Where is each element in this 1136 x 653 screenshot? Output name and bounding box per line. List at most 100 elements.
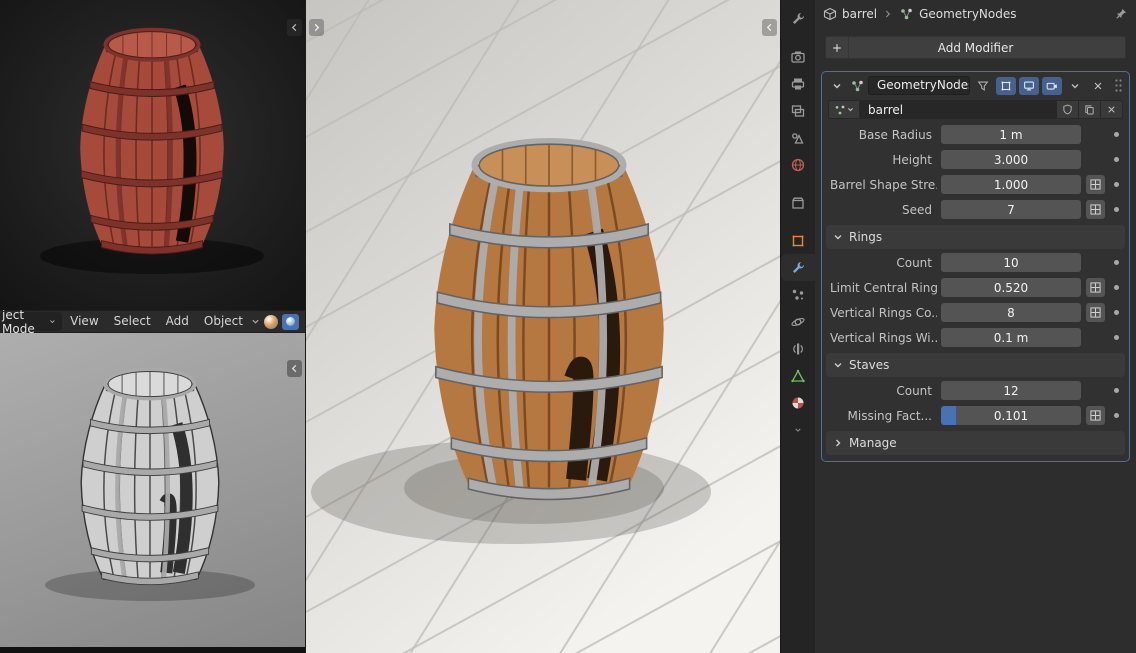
- breadcrumb-object-name[interactable]: barrel: [842, 7, 877, 21]
- viewport-material-preview[interactable]: [0, 0, 305, 310]
- value-text: 7: [1007, 203, 1015, 217]
- tab-scene[interactable]: [781, 124, 815, 151]
- grey-barrel-preview: [0, 333, 305, 647]
- animate-dot[interactable]: [1114, 207, 1119, 212]
- duplicate-node-group-icon[interactable]: [1079, 100, 1101, 119]
- pin-icon[interactable]: [1114, 7, 1128, 21]
- section-title: Manage: [849, 436, 897, 450]
- value-text: 0.520: [994, 281, 1028, 295]
- staves-count-field[interactable]: 12: [941, 381, 1081, 400]
- edit-mode-toggle[interactable]: [996, 77, 1016, 95]
- chevron-right-icon: [833, 438, 843, 448]
- tab-render[interactable]: [781, 43, 815, 70]
- modifier-name-field[interactable]: GeometryNodes: [868, 76, 970, 95]
- prop-row-staves-count: Count 12: [822, 378, 1129, 403]
- material-icon: [790, 395, 806, 411]
- menu-object[interactable]: Object: [197, 312, 250, 331]
- vertical-rings-width-field[interactable]: 0.1 m: [941, 328, 1081, 347]
- expand-chevron-icon[interactable]: [827, 77, 847, 95]
- tab-tool[interactable]: [781, 5, 815, 32]
- prop-row-height: Height 3.000: [822, 147, 1129, 172]
- height-field[interactable]: 3.000: [941, 150, 1081, 169]
- node-group-name-field[interactable]: barrel: [860, 100, 1057, 119]
- unlink-node-group-icon[interactable]: [1101, 100, 1123, 119]
- modifiers-icon: [790, 260, 806, 276]
- tab-physics[interactable]: [781, 308, 815, 335]
- section-manage-header[interactable]: Manage: [826, 431, 1125, 455]
- geometry-nodes-icon: [850, 79, 865, 93]
- tab-material[interactable]: [781, 389, 815, 416]
- input-attribute-toggle-icon[interactable]: [1086, 278, 1105, 297]
- value-text: 8: [1007, 306, 1015, 320]
- animate-dot[interactable]: [1114, 335, 1119, 340]
- breadcrumb-modifier-name[interactable]: GeometryNodes: [919, 7, 1016, 21]
- input-attribute-toggle-icon[interactable]: [1086, 406, 1105, 425]
- vertical-rings-count-field[interactable]: 8: [941, 303, 1081, 322]
- prop-row-limit-central-rings: Limit Central Rings 0.520: [822, 275, 1129, 300]
- rendered-shading-icon[interactable]: [282, 314, 299, 330]
- tab-viewlayer[interactable]: [781, 97, 815, 124]
- tab-object[interactable]: [781, 227, 815, 254]
- toolbar-expand-icon[interactable]: [309, 19, 324, 36]
- tool-icon: [790, 11, 806, 27]
- main-3d-viewport[interactable]: [305, 0, 781, 653]
- menu-select[interactable]: Select: [107, 312, 158, 331]
- animate-dot[interactable]: [1114, 310, 1119, 315]
- tab-world[interactable]: [781, 151, 815, 178]
- tab-output[interactable]: [781, 70, 815, 97]
- input-attribute-toggle-icon[interactable]: [1086, 200, 1105, 219]
- tab-more[interactable]: [781, 416, 815, 443]
- on-cage-toggle[interactable]: [973, 77, 993, 95]
- animate-dot[interactable]: [1114, 132, 1119, 137]
- node-group-browse-button[interactable]: [828, 100, 860, 119]
- object-icon: [790, 233, 806, 249]
- tab-particles[interactable]: [781, 281, 815, 308]
- section-staves-header[interactable]: Staves: [826, 353, 1125, 377]
- value-text: 10: [1003, 256, 1018, 270]
- menu-add[interactable]: Add: [159, 312, 196, 331]
- animate-dot[interactable]: [1114, 388, 1119, 393]
- animate-dot[interactable]: [1114, 413, 1119, 418]
- modifier-close-icon[interactable]: [1088, 77, 1108, 95]
- animate-dot[interactable]: [1114, 285, 1119, 290]
- section-title: Rings: [849, 230, 882, 244]
- tab-constraints[interactable]: [781, 335, 815, 362]
- animate-dot[interactable]: [1114, 182, 1119, 187]
- shading-dropdown-chevron-icon[interactable]: [251, 317, 260, 326]
- panel-collapse-icon[interactable]: [287, 19, 302, 36]
- tab-collection[interactable]: [781, 189, 815, 216]
- window-edge: [0, 647, 305, 653]
- prop-label: Vertical Rings Co...: [830, 306, 937, 320]
- chevron-down-icon: [49, 317, 56, 326]
- section-rings-header[interactable]: Rings: [826, 225, 1125, 249]
- prop-row-vertical-rings-count: Vertical Rings Co... 8: [822, 300, 1129, 325]
- viewport-solid-preview[interactable]: [0, 333, 305, 647]
- tab-modifiers-active[interactable]: [781, 254, 815, 281]
- seed-field[interactable]: 7: [941, 200, 1081, 219]
- limit-central-rings-field[interactable]: 0.520: [941, 278, 1081, 297]
- rings-count-field[interactable]: 10: [941, 253, 1081, 272]
- viewport-display-toggle[interactable]: [1019, 77, 1039, 95]
- base-radius-field[interactable]: 1 m: [941, 125, 1081, 144]
- missing-factor-slider[interactable]: 0.101: [941, 406, 1081, 425]
- prop-label: Missing Fact...: [830, 409, 937, 423]
- material-preview-shading-icon[interactable]: [264, 315, 278, 329]
- sidebar-expand-icon[interactable]: [762, 19, 777, 36]
- input-attribute-toggle-icon[interactable]: [1086, 175, 1105, 194]
- panel-collapse-icon[interactable]: [287, 360, 302, 377]
- animate-dot[interactable]: [1114, 157, 1119, 162]
- animate-dot[interactable]: [1114, 260, 1119, 265]
- breadcrumb: barrel GeometryNodes: [815, 0, 1136, 27]
- add-modifier-button[interactable]: Add Modifier: [825, 36, 1126, 59]
- menu-view[interactable]: View: [63, 312, 105, 331]
- drag-handle-icon[interactable]: [1112, 78, 1124, 93]
- modifier-extras-chevron-icon[interactable]: [1065, 77, 1085, 95]
- prop-label: Base Radius: [830, 128, 937, 142]
- render-display-toggle[interactable]: [1042, 77, 1062, 95]
- barrel-shape-strength-field[interactable]: 1.000: [941, 175, 1081, 194]
- input-attribute-toggle-icon[interactable]: [1086, 303, 1105, 322]
- modifier-header[interactable]: GeometryNodes: [822, 72, 1129, 98]
- mode-dropdown[interactable]: ject Mode: [0, 312, 62, 331]
- tab-object-data[interactable]: [781, 362, 815, 389]
- fake-user-shield-icon[interactable]: [1057, 100, 1079, 119]
